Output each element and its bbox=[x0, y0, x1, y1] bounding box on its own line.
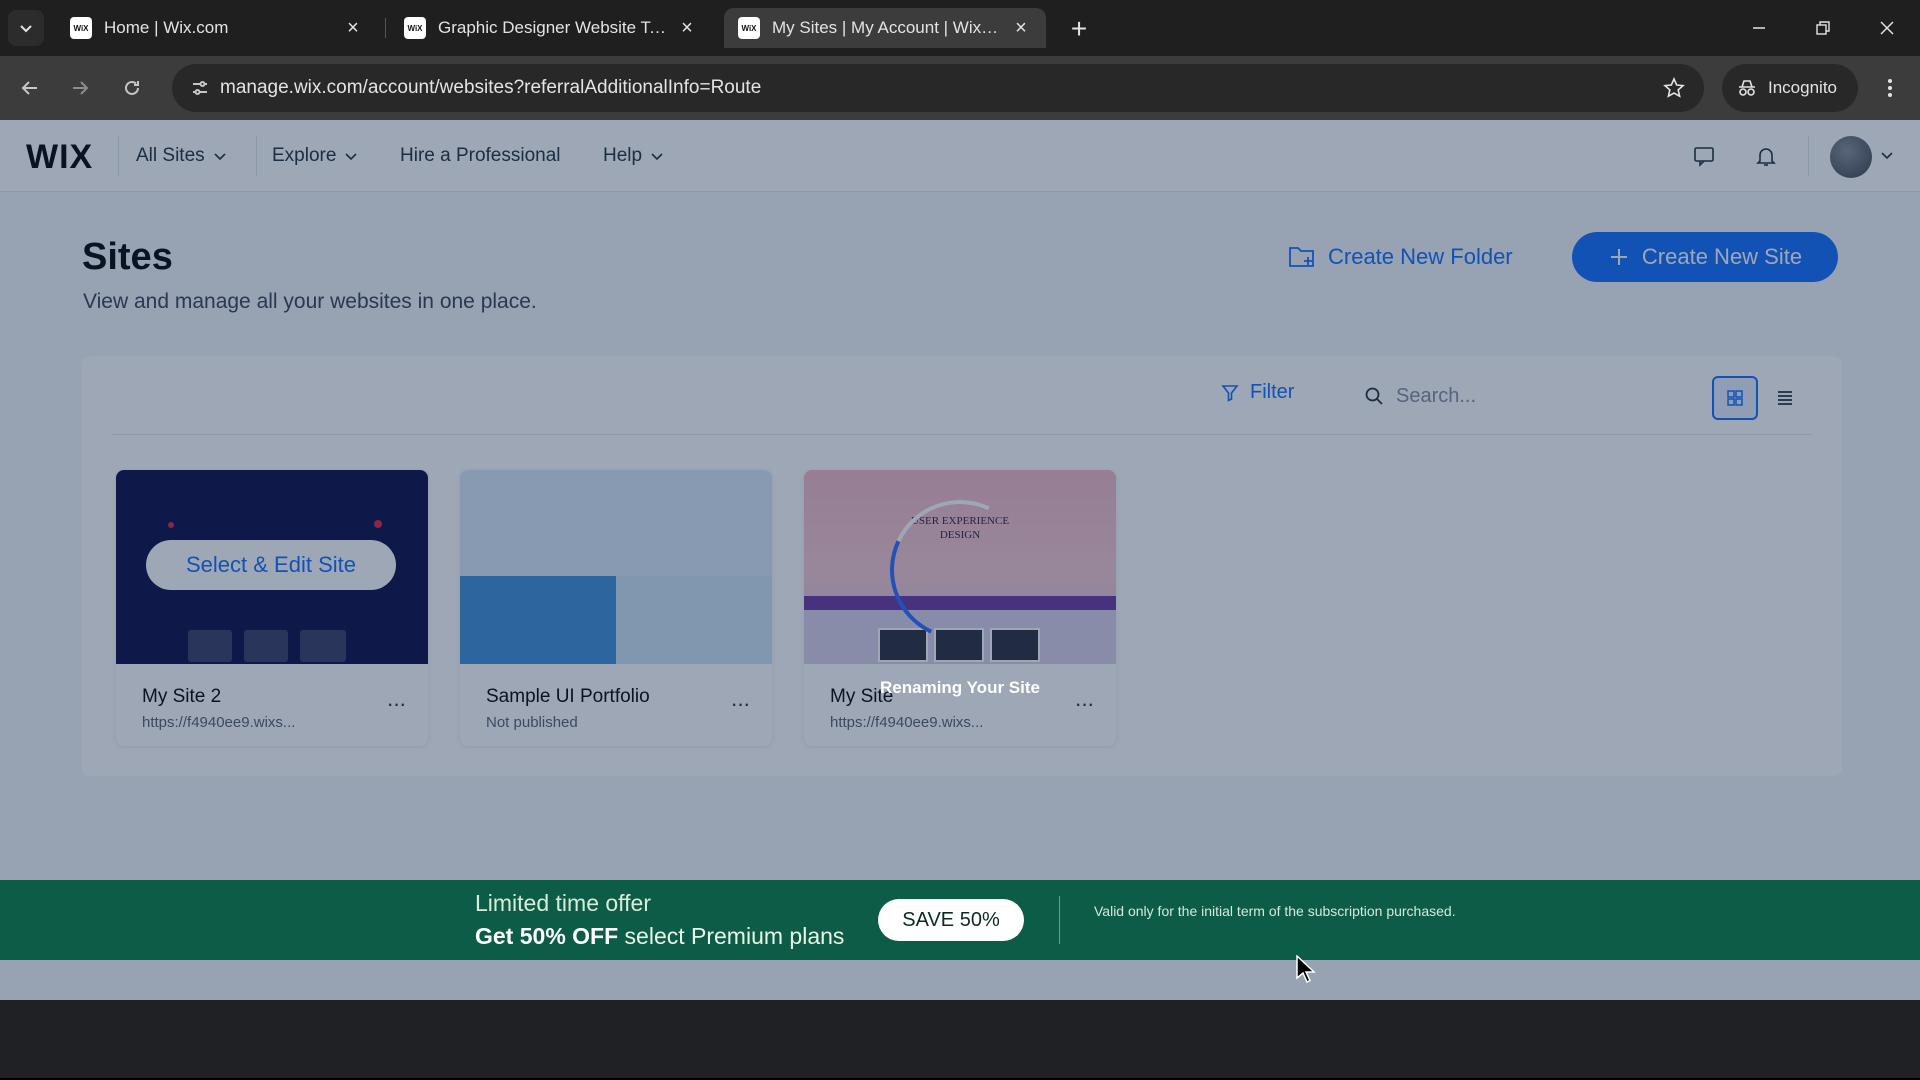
incognito-icon bbox=[1739, 80, 1755, 96]
promo-discount: Get 50% OFF bbox=[475, 923, 619, 949]
tab-graphic-designer[interactable]: WiX Graphic Designer Website Temp × bbox=[390, 8, 712, 48]
minimize-button[interactable] bbox=[1736, 6, 1782, 50]
tab-home[interactable]: WiX Home | Wix.com × bbox=[56, 8, 378, 48]
reload-button[interactable] bbox=[114, 70, 150, 106]
incognito-label: Incognito bbox=[1768, 78, 1837, 97]
url-text: manage.wix.com/account/websites?referral… bbox=[220, 77, 762, 98]
plus-icon: + bbox=[1070, 13, 1088, 44]
new-tab-button[interactable]: + bbox=[1062, 12, 1096, 46]
promo-offer-rest: select Premium plans bbox=[618, 923, 845, 949]
bookmark-star-icon[interactable] bbox=[1660, 74, 1688, 102]
restore-button[interactable] bbox=[1800, 6, 1846, 50]
close-icon[interactable]: × bbox=[1010, 17, 1032, 39]
browser-tab-bar: WiX Home | Wix.com × WiX Graphic Designe… bbox=[0, 0, 1920, 56]
tab-title: Home | Wix.com bbox=[104, 18, 229, 37]
wix-favicon-icon: WiX bbox=[404, 17, 426, 39]
browser-menu-button[interactable] bbox=[1872, 70, 1908, 106]
tab-title: My Sites | My Account | Wix.cor bbox=[772, 18, 1002, 37]
tab-title: Graphic Designer Website Temp bbox=[438, 18, 668, 37]
minimize-icon bbox=[1753, 27, 1765, 29]
wix-dashboard-page: WIX All Sites Explore Hire a Professiona… bbox=[0, 120, 1920, 1000]
site-settings-icon[interactable] bbox=[182, 70, 218, 106]
reload-icon bbox=[125, 80, 139, 95]
wix-favicon-icon: WiX bbox=[70, 17, 92, 39]
modal-dim-overlay bbox=[0, 120, 1920, 1000]
address-bar[interactable]: manage.wix.com/account/websites?referral… bbox=[172, 64, 1704, 112]
promo-headline: Limited time offer bbox=[475, 890, 651, 916]
back-button[interactable] bbox=[12, 70, 48, 106]
promo-terms: Valid only for the initial term of the s… bbox=[1094, 903, 1456, 919]
browser-toolbar: manage.wix.com/account/websites?referral… bbox=[0, 56, 1920, 120]
arrow-left-icon bbox=[21, 81, 37, 95]
window-close-button[interactable] bbox=[1864, 6, 1910, 50]
close-icon[interactable]: × bbox=[676, 17, 698, 39]
save-50-button[interactable]: SAVE 50% bbox=[878, 899, 1024, 941]
close-icon[interactable]: × bbox=[342, 17, 364, 39]
kebab-menu-icon bbox=[1888, 79, 1892, 97]
tab-divider bbox=[385, 18, 386, 38]
incognito-indicator[interactable]: Incognito bbox=[1722, 64, 1858, 112]
restore-icon bbox=[1816, 21, 1830, 35]
tab-search-button[interactable] bbox=[8, 10, 44, 46]
tab-my-sites[interactable]: WiX My Sites | My Account | Wix.cor × bbox=[724, 8, 1046, 48]
renaming-label: Renaming Your Site bbox=[880, 678, 1040, 697]
wix-favicon-icon: WiX bbox=[738, 17, 760, 39]
arrow-right-icon bbox=[73, 81, 89, 95]
promo-banner: Limited time offer Get 50% OFF select Pr… bbox=[0, 880, 1920, 960]
close-icon bbox=[1880, 21, 1894, 35]
banner-divider bbox=[1059, 896, 1060, 944]
chevron-down-icon bbox=[20, 25, 32, 33]
promo-offer: Get 50% OFF select Premium plans bbox=[475, 923, 844, 950]
mouse-cursor-icon bbox=[1296, 955, 1316, 983]
forward-button[interactable] bbox=[62, 70, 98, 106]
